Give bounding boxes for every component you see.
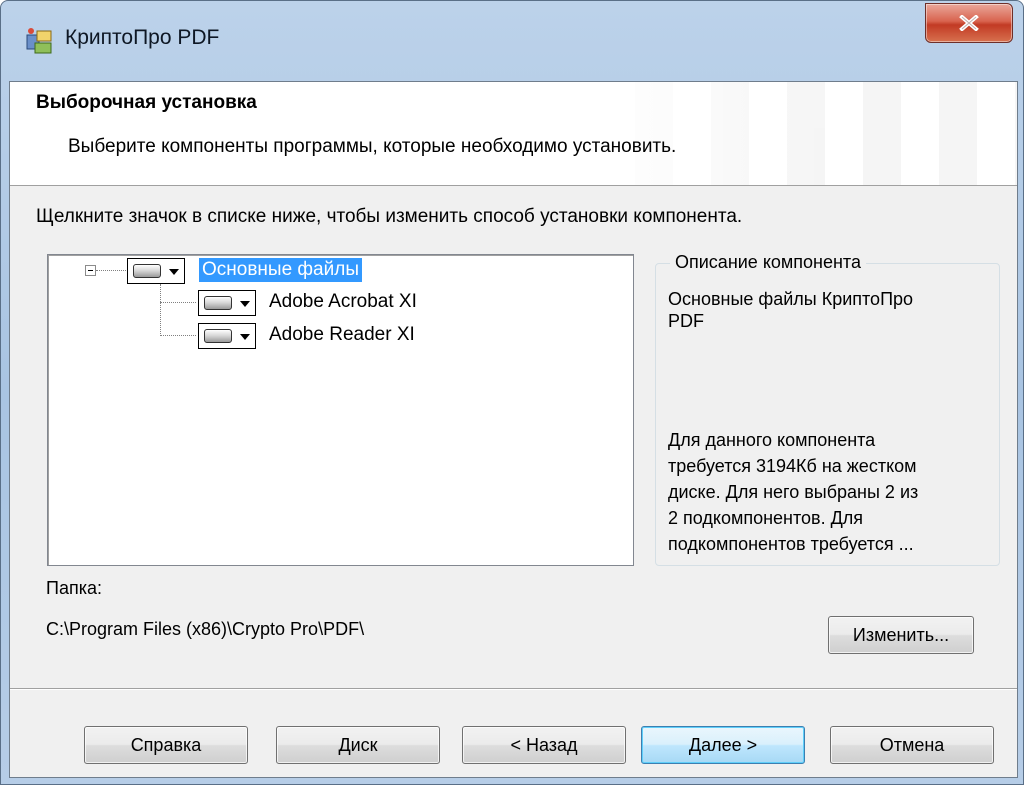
tree-node-label[interactable]: Основные файлы bbox=[199, 258, 362, 282]
description-legend: Описание компонента bbox=[670, 252, 866, 273]
disk-button[interactable]: Диск bbox=[276, 726, 440, 764]
close-icon bbox=[959, 15, 979, 31]
chevron-down-icon bbox=[169, 269, 179, 275]
window-title: КриптоПро PDF bbox=[65, 26, 220, 49]
hard-drive-icon bbox=[204, 296, 232, 310]
tree-connector bbox=[96, 270, 126, 271]
feature-state-button[interactable] bbox=[127, 258, 185, 284]
description-text: Основные файлы КриптоПро PDF bbox=[668, 288, 993, 332]
next-button[interactable]: Далее > bbox=[641, 726, 805, 764]
description-line: PDF bbox=[668, 311, 704, 331]
hard-drive-icon bbox=[133, 264, 161, 278]
size-info-line: 2 подкомпонентов. Для bbox=[668, 508, 864, 528]
size-info-line: Для данного компонента bbox=[668, 430, 876, 450]
change-folder-button[interactable]: Изменить... bbox=[828, 616, 974, 654]
header-banner: Выборочная установка Выберите компоненты… bbox=[10, 82, 1017, 186]
page-subtitle: Выберите компоненты программы, которые н… bbox=[68, 136, 677, 157]
installer-icon bbox=[23, 25, 55, 57]
size-info-line: диске. Для него выбраны 2 из bbox=[668, 482, 919, 502]
feature-state-button[interactable] bbox=[198, 290, 256, 316]
close-button[interactable] bbox=[925, 3, 1013, 43]
banner-decoration bbox=[597, 82, 1017, 185]
tree-node-label[interactable]: Adobe Reader XI bbox=[266, 323, 418, 347]
tree-connector bbox=[160, 302, 196, 303]
title-bar: КриптоПро PDF bbox=[1, 1, 1023, 81]
chevron-down-icon bbox=[240, 301, 250, 307]
page-title: Выборочная установка bbox=[36, 92, 257, 113]
feature-tree[interactable]: Основные файлы Adobe Acrobat XI Adobe Re… bbox=[47, 254, 634, 566]
instruction-text: Щелкните значок в списке ниже, чтобы изм… bbox=[36, 206, 743, 227]
collapse-icon[interactable] bbox=[85, 265, 96, 276]
hard-drive-icon bbox=[204, 329, 232, 343]
tree-connector bbox=[160, 335, 196, 336]
dialog-client-area: Выборочная установка Выберите компоненты… bbox=[9, 81, 1018, 778]
installer-window: КриптоПро PDF Выборочная установка Выбер… bbox=[0, 0, 1024, 785]
tree-node-label[interactable]: Adobe Acrobat XI bbox=[266, 290, 420, 314]
back-button[interactable]: < Назад bbox=[462, 726, 626, 764]
feature-state-button[interactable] bbox=[198, 323, 256, 349]
description-line: Основные файлы КриптоПро bbox=[668, 289, 914, 309]
chevron-down-icon bbox=[240, 334, 250, 340]
folder-path: C:\Program Files (x86)\Crypto Pro\PDF\ bbox=[46, 619, 365, 639]
folder-label: Папка: bbox=[46, 578, 102, 598]
help-button[interactable]: Справка bbox=[84, 726, 248, 764]
size-info-line: подкомпонентов требуется ... bbox=[668, 534, 914, 554]
cancel-button[interactable]: Отмена bbox=[830, 726, 994, 764]
separator bbox=[10, 688, 1017, 690]
size-info-line: требуется 3194Кб на жестком bbox=[668, 456, 917, 476]
tree-connector bbox=[160, 284, 161, 336]
size-info: Для данного компонента требуется 3194Кб … bbox=[668, 427, 993, 557]
